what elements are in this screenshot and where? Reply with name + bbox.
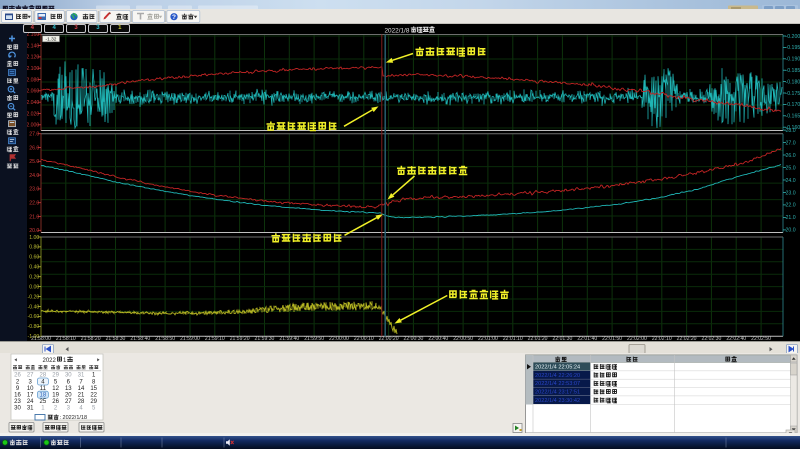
svg-text:22.0: 22.0 — [29, 201, 39, 207]
svg-text:24.0: 24.0 — [29, 173, 39, 179]
svg-text:26: 26 — [52, 399, 59, 405]
svg-text:16: 16 — [14, 393, 21, 399]
svg-text:2022/1/4 22:53:07: 2022/1/4 22:53:07 — [535, 381, 580, 387]
svg-text:28.0: 28.0 — [786, 128, 796, 134]
svg-text:22.0: 22.0 — [786, 203, 796, 209]
svg-text:20: 20 — [65, 393, 72, 399]
svg-text:25: 25 — [40, 399, 47, 405]
svg-text:-0.80: -0.80 — [27, 324, 39, 330]
svg-text:14: 14 — [78, 386, 85, 392]
svg-text:25.0: 25.0 — [29, 159, 39, 165]
svg-text:31: 31 — [27, 406, 34, 412]
svg-text:26.0: 26.0 — [786, 153, 796, 159]
svg-text:-0.165: -0.165 — [786, 114, 800, 120]
svg-text:2.020: 2.020 — [26, 111, 39, 117]
svg-text:2.000: 2.000 — [26, 123, 39, 129]
svg-text:2.060: 2.060 — [26, 89, 39, 95]
svg-text:-0.170: -0.170 — [786, 102, 800, 108]
svg-text:27.0: 27.0 — [29, 132, 39, 138]
svg-text:29: 29 — [52, 373, 59, 379]
svg-text:-0.60: -0.60 — [27, 314, 39, 320]
svg-text:31: 31 — [78, 373, 85, 379]
svg-text:23.0: 23.0 — [29, 187, 39, 193]
svg-text:26.0: 26.0 — [29, 145, 39, 151]
svg-text:2.080: 2.080 — [26, 77, 39, 83]
svg-text:18: 18 — [40, 393, 47, 399]
svg-text:27: 27 — [65, 399, 72, 405]
svg-text:0.00: 0.00 — [29, 284, 39, 290]
svg-text:20.0: 20.0 — [29, 228, 39, 234]
svg-text:2022: 2022 — [43, 358, 57, 364]
svg-text:0.40: 0.40 — [29, 265, 39, 271]
svg-text:-0.195: -0.195 — [786, 45, 800, 51]
svg-text:2.140: 2.140 — [26, 43, 39, 49]
svg-text:0.80: 0.80 — [29, 245, 39, 251]
svg-text:21.0: 21.0 — [786, 215, 796, 221]
svg-text:15: 15 — [90, 386, 97, 392]
svg-text:-0.200: -0.200 — [786, 34, 800, 40]
svg-text:-0.190: -0.190 — [786, 57, 800, 63]
svg-text:22: 22 — [90, 393, 97, 399]
svg-text:2022/1/8: 2022/1/8 — [385, 27, 410, 34]
svg-text:2022/1/4 22:05:24: 2022/1/4 22:05:24 — [535, 365, 580, 371]
svg-text:21: 21 — [78, 393, 85, 399]
svg-text:-0.20: -0.20 — [27, 294, 39, 300]
svg-text:27: 27 — [27, 373, 34, 379]
svg-text:12: 12 — [52, 386, 59, 392]
svg-text:-0.175: -0.175 — [786, 91, 800, 97]
svg-text:24.0: 24.0 — [786, 178, 796, 184]
svg-text:-1.32: -1.32 — [46, 37, 57, 43]
svg-text:-0.180: -0.180 — [786, 79, 800, 85]
svg-text:29: 29 — [90, 399, 97, 405]
svg-text:2.100: 2.100 — [26, 66, 39, 72]
svg-text:26: 26 — [14, 373, 21, 379]
svg-text:2022/1/4 23:17:51: 2022/1/4 23:17:51 — [535, 390, 580, 396]
svg-text:2.120: 2.120 — [26, 55, 39, 61]
svg-text:19: 19 — [52, 393, 59, 399]
svg-text:30: 30 — [14, 406, 21, 412]
svg-text:27.0: 27.0 — [786, 140, 796, 146]
svg-text:: 2022/1/18: : 2022/1/18 — [60, 415, 88, 421]
svg-text:20.0: 20.0 — [786, 228, 796, 234]
svg-text:13: 13 — [65, 386, 72, 392]
svg-text:-0.185: -0.185 — [786, 68, 800, 74]
svg-text:25.0: 25.0 — [786, 165, 796, 171]
svg-text:23: 23 — [14, 399, 21, 405]
svg-text:2.040: 2.040 — [26, 100, 39, 106]
svg-text:0.60: 0.60 — [29, 255, 39, 261]
svg-text:24: 24 — [27, 399, 34, 405]
svg-text:1.00: 1.00 — [29, 235, 39, 241]
svg-text:?: ? — [172, 14, 176, 21]
svg-text:0.20: 0.20 — [29, 275, 39, 281]
svg-text:28: 28 — [78, 399, 85, 405]
svg-text:30: 30 — [65, 373, 72, 379]
svg-text:-0.40: -0.40 — [27, 304, 39, 310]
svg-text:17: 17 — [27, 393, 34, 399]
svg-text:10: 10 — [27, 386, 34, 392]
svg-text:23.0: 23.0 — [786, 190, 796, 196]
svg-text:21.0: 21.0 — [29, 214, 39, 220]
svg-text:2022/1/4 23:30:42: 2022/1/4 23:30:42 — [535, 398, 580, 404]
svg-text:2022/1/4 22:26:20: 2022/1/4 22:26:20 — [535, 373, 580, 379]
